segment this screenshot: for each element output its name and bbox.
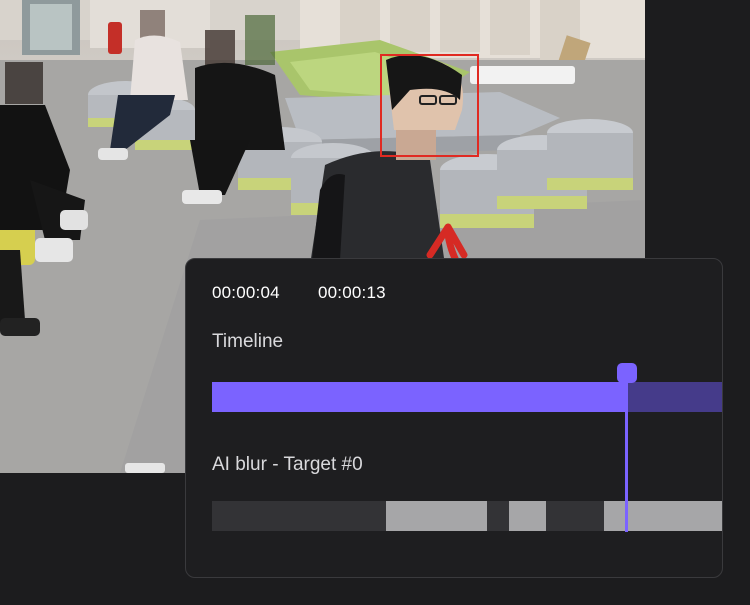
- blur-target-track[interactable]: [212, 501, 722, 531]
- time-end-label: 00:00:13: [318, 283, 386, 302]
- blur-segment[interactable]: [546, 501, 605, 531]
- blur-segment[interactable]: [486, 501, 509, 531]
- blur-segment[interactable]: [212, 501, 387, 531]
- blur-segment[interactable]: [604, 501, 722, 531]
- blur-segment[interactable]: [386, 501, 487, 531]
- timeline-track[interactable]: [212, 382, 722, 412]
- blur-segment[interactable]: [508, 501, 547, 531]
- blur-target-box: [380, 54, 479, 157]
- timeline-label: Timeline: [212, 331, 284, 352]
- playhead-handle[interactable]: [616, 363, 637, 383]
- playhead-line[interactable]: [625, 372, 629, 532]
- blur-track-label: AI blur - Target #0: [212, 454, 363, 475]
- time-start-label: 00:00:04: [212, 283, 280, 302]
- timeline-panel: 00:00:04 00:00:13 Timeline AI blur - Tar…: [185, 258, 723, 578]
- timeline-progress-fill: [212, 382, 627, 412]
